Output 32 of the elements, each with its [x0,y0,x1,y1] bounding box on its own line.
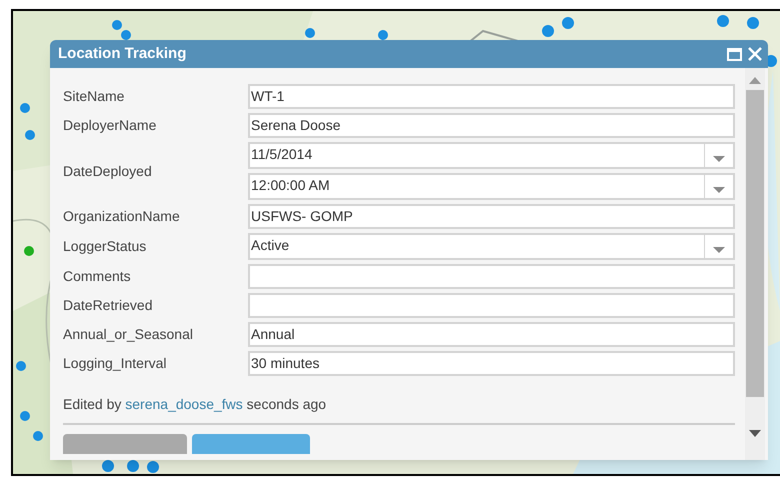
field-label: Logging_Interval [63,354,168,373]
dropdown-field[interactable]: 11/5/2014 [248,142,735,169]
window-title: Location Tracking [58,44,188,64]
field-label: Comments [63,267,132,286]
edit-info: Edited by serena_doose_fws seconds ago [63,395,326,414]
input-field[interactable] [248,293,735,318]
input-field[interactable]: WT-1 [248,84,735,109]
scroll-up-icon[interactable] [749,77,761,84]
dropdown-arrow-icon[interactable] [713,247,725,253]
maximize-icon[interactable] [727,48,742,60]
input-field[interactable]: 30 minutes [248,351,735,376]
input-field[interactable]: Serena Doose [248,113,735,138]
dropdown-field[interactable]: Active [248,233,735,260]
selected-marker-icon[interactable] [23,245,35,257]
field-label: SiteName [63,87,126,106]
field-label: LoggerStatus [63,237,148,256]
scrollbar-thumb[interactable] [746,90,764,397]
user-link[interactable]: serena_doose_fws [125,396,243,412]
field-label: Annual_or_Seasonal [63,325,194,344]
dropdown-arrow-icon[interactable] [713,156,725,162]
dropdown-field[interactable]: 12:00:00 AM [248,173,735,200]
close-icon[interactable] [748,47,762,61]
field-label: DeployerName [63,116,158,135]
input-field[interactable]: Annual [248,322,735,347]
dropdown-arrow-icon[interactable] [713,187,725,193]
input-field[interactable]: USFWS- GOMP [248,204,735,229]
field-label: DateDeployed [63,162,153,181]
input-field[interactable] [248,264,735,289]
field-label: DateRetrieved [63,296,154,315]
field-label: OrganizationName [63,207,181,226]
scroll-down-icon[interactable] [749,430,761,437]
scrollbar[interactable] [745,68,765,460]
